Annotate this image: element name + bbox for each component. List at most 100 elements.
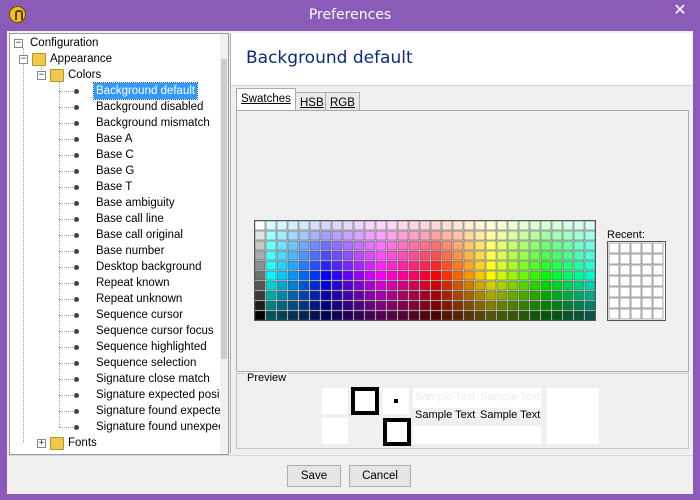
swatch-cell[interactable] bbox=[441, 270, 453, 281]
swatch-cell[interactable] bbox=[353, 250, 365, 261]
swatch-cell[interactable] bbox=[320, 250, 332, 261]
cancel-button[interactable]: Cancel bbox=[349, 465, 411, 487]
swatch-cell[interactable] bbox=[375, 240, 387, 251]
tree-leaf-color-item[interactable]: Repeat known bbox=[10, 275, 220, 291]
swatch-cell[interactable] bbox=[507, 280, 519, 291]
swatch-cell[interactable] bbox=[419, 280, 431, 291]
swatch-cell[interactable] bbox=[430, 270, 442, 281]
swatch-cell[interactable] bbox=[474, 270, 486, 281]
swatch-cell[interactable] bbox=[562, 221, 574, 231]
tree-leaf-color-item[interactable]: Repeat unknown bbox=[10, 291, 220, 307]
swatch-cell[interactable] bbox=[353, 240, 365, 251]
swatch-cell[interactable] bbox=[441, 221, 453, 231]
tree-leaf-color-item[interactable]: Signature found expected bbox=[10, 403, 227, 419]
swatch-cell[interactable] bbox=[342, 240, 354, 251]
swatch-cell[interactable] bbox=[496, 240, 508, 251]
swatch-cell[interactable] bbox=[364, 280, 376, 291]
swatch-cell[interactable] bbox=[353, 270, 365, 281]
swatch-cell[interactable] bbox=[507, 300, 519, 311]
swatch-cell[interactable] bbox=[265, 280, 277, 291]
swatch-cell[interactable] bbox=[265, 230, 277, 241]
swatch-cell[interactable] bbox=[397, 280, 409, 291]
swatch-cell[interactable] bbox=[375, 300, 387, 311]
swatch-cell[interactable] bbox=[452, 290, 464, 301]
swatch-cell[interactable] bbox=[452, 310, 464, 320]
expand-icon[interactable]: + bbox=[37, 439, 46, 448]
swatch-cell[interactable] bbox=[529, 270, 541, 281]
swatch-cell[interactable] bbox=[353, 300, 365, 311]
recent-swatch-cell[interactable] bbox=[641, 286, 653, 298]
swatch-cell[interactable] bbox=[287, 270, 299, 281]
swatch-cell[interactable] bbox=[452, 260, 464, 271]
swatch-cell[interactable] bbox=[551, 290, 563, 301]
swatch-cell[interactable] bbox=[474, 310, 486, 320]
swatch-cell[interactable] bbox=[573, 300, 585, 311]
swatch-cell[interactable] bbox=[441, 240, 453, 251]
recent-swatch-cell[interactable] bbox=[652, 275, 664, 287]
swatch-cell[interactable] bbox=[342, 290, 354, 301]
swatch-cell[interactable] bbox=[551, 230, 563, 241]
tree-node-appearance[interactable]: − Appearance bbox=[10, 51, 220, 67]
swatch-cell[interactable] bbox=[287, 290, 299, 301]
swatch-cell[interactable] bbox=[551, 240, 563, 251]
swatch-cell[interactable] bbox=[287, 230, 299, 241]
swatch-cell[interactable] bbox=[463, 260, 475, 271]
swatch-cell[interactable] bbox=[529, 230, 541, 241]
swatch-cell[interactable] bbox=[331, 250, 343, 261]
swatch-cell[interactable] bbox=[331, 260, 343, 271]
swatch-cell[interactable] bbox=[342, 260, 354, 271]
swatch-cell[interactable] bbox=[255, 310, 266, 320]
swatch-cell[interactable] bbox=[298, 290, 310, 301]
swatch-cell[interactable] bbox=[320, 290, 332, 301]
swatch-cell[interactable] bbox=[463, 240, 475, 251]
swatch-cell[interactable] bbox=[584, 300, 595, 311]
swatch-grid-svg[interactable] bbox=[255, 221, 595, 320]
swatch-cell[interactable] bbox=[255, 300, 266, 311]
swatch-cell[interactable] bbox=[584, 230, 595, 241]
swatch-cell[interactable] bbox=[375, 230, 387, 241]
swatch-cell[interactable] bbox=[397, 250, 409, 261]
close-button[interactable]: ✕ bbox=[660, 0, 700, 22]
swatch-cell[interactable] bbox=[265, 310, 277, 320]
recent-swatch-cell[interactable] bbox=[608, 297, 620, 309]
swatch-cell[interactable] bbox=[430, 280, 442, 291]
tree-leaf-color-item[interactable]: Base A bbox=[10, 131, 220, 147]
tree-node-colors[interactable]: − Colors bbox=[10, 67, 220, 83]
swatch-cell[interactable] bbox=[518, 240, 530, 251]
swatch-cell[interactable] bbox=[584, 270, 595, 281]
recent-swatch-cell[interactable] bbox=[652, 286, 664, 298]
recent-swatch-cell[interactable] bbox=[608, 286, 620, 298]
swatch-cell[interactable] bbox=[298, 280, 310, 291]
swatch-cell[interactable] bbox=[485, 280, 497, 291]
swatch-cell[interactable] bbox=[276, 270, 288, 281]
swatch-cell[interactable] bbox=[364, 290, 376, 301]
swatch-cell[interactable] bbox=[331, 300, 343, 311]
swatch-cell[interactable] bbox=[255, 290, 266, 301]
swatch-cell[interactable] bbox=[496, 280, 508, 291]
swatch-cell[interactable] bbox=[320, 310, 332, 320]
swatch-cell[interactable] bbox=[430, 260, 442, 271]
swatch-cell[interactable] bbox=[551, 300, 563, 311]
swatch-cell[interactable] bbox=[441, 250, 453, 261]
swatch-cell[interactable] bbox=[463, 221, 475, 231]
swatch-cell[interactable] bbox=[408, 300, 420, 311]
tree-leaf-color-item[interactable]: Base call original bbox=[10, 227, 220, 243]
swatch-cell[interactable] bbox=[375, 270, 387, 281]
swatch-cell[interactable] bbox=[540, 300, 552, 311]
tree-node-fonts[interactable]: + Fonts bbox=[10, 435, 220, 451]
swatch-cell[interactable] bbox=[474, 250, 486, 261]
swatch-cell[interactable] bbox=[529, 250, 541, 261]
swatch-cell[interactable] bbox=[463, 280, 475, 291]
save-button[interactable]: Save bbox=[287, 465, 341, 487]
swatch-cell[interactable] bbox=[386, 290, 398, 301]
swatch-cell[interactable] bbox=[551, 260, 563, 271]
swatch-cell[interactable] bbox=[298, 260, 310, 271]
swatch-cell[interactable] bbox=[540, 250, 552, 261]
swatch-cell[interactable] bbox=[496, 300, 508, 311]
swatch-cell[interactable] bbox=[342, 250, 354, 261]
swatch-cell[interactable] bbox=[573, 290, 585, 301]
swatch-cell[interactable] bbox=[298, 221, 310, 231]
swatch-cell[interactable] bbox=[353, 280, 365, 291]
recent-swatch-cell[interactable] bbox=[641, 297, 653, 309]
recent-swatch-cell[interactable] bbox=[641, 308, 653, 320]
